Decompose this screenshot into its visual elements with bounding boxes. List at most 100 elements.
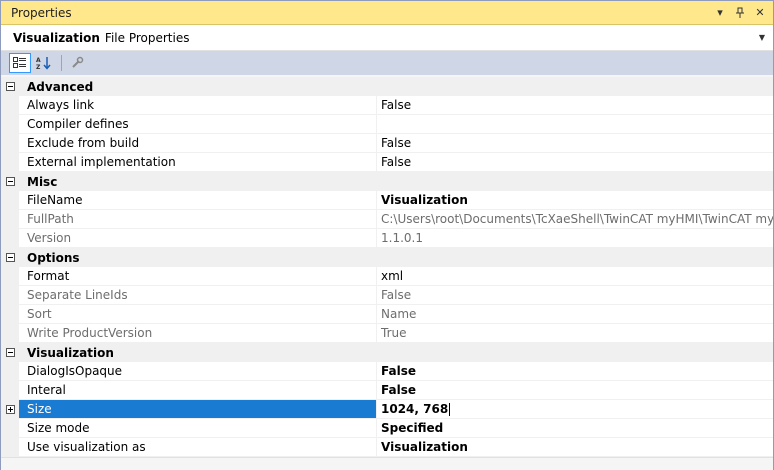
property-name[interactable]: Separate LineIds <box>19 286 377 305</box>
description-area <box>1 457 773 470</box>
property-row[interactable]: Write ProductVersion True <box>1 324 773 343</box>
category-label: Advanced <box>27 79 94 94</box>
property-value-text: False <box>381 155 412 169</box>
object-type: File Properties <box>104 30 190 45</box>
property-row[interactable]: Compiler defines <box>1 115 773 134</box>
property-row[interactable]: Always link False <box>1 96 773 115</box>
object-name: Visualization <box>13 30 100 45</box>
toolbar-separator <box>61 55 62 71</box>
property-value-text: False <box>381 383 416 397</box>
property-row[interactable]: Version 1.1.0.1 <box>1 229 773 248</box>
property-value-text: C:\Users\root\Documents\TcXaeShell\TwinC… <box>381 212 773 226</box>
collapse-icon[interactable] <box>1 253 19 262</box>
row-gutter <box>1 229 19 248</box>
property-value: 1.1.0.1 <box>377 229 773 248</box>
property-name[interactable]: Always link <box>19 96 377 115</box>
alphabetical-icon[interactable]: A Z <box>33 53 55 73</box>
property-name[interactable]: Interal <box>19 381 377 400</box>
row-gutter <box>1 134 19 153</box>
row-gutter <box>1 210 19 229</box>
property-row[interactable]: FullPath C:\Users\root\Documents\TcXaeShe… <box>1 210 773 229</box>
window-dropdown-icon[interactable]: ▾ <box>713 6 727 20</box>
property-value-text: Specified <box>381 421 444 435</box>
row-gutter <box>1 419 19 438</box>
property-name[interactable]: Format <box>19 267 377 286</box>
property-name[interactable]: Size mode <box>19 419 377 438</box>
row-gutter <box>1 96 19 115</box>
property-name[interactable]: DialogIsOpaque <box>19 362 377 381</box>
property-value: Name <box>377 305 773 324</box>
category-header[interactable]: Advanced <box>1 77 773 96</box>
collapse-icon[interactable] <box>1 82 19 91</box>
property-name[interactable]: External implementation <box>19 153 377 172</box>
object-selector[interactable]: Visualization File Properties ▼ <box>1 25 773 51</box>
text-caret <box>449 403 451 416</box>
row-gutter <box>1 305 19 324</box>
window-title: Properties <box>11 5 72 20</box>
close-icon[interactable]: ✕ <box>753 6 767 20</box>
property-value-text: False <box>381 98 412 112</box>
category-header[interactable]: Options <box>1 248 773 267</box>
property-value-text: False <box>381 288 412 302</box>
property-row[interactable]: Format xml <box>1 267 773 286</box>
property-value[interactable]: False <box>377 134 773 153</box>
property-value[interactable]: xml <box>377 267 773 286</box>
toolbar: A Z <box>1 51 773 75</box>
pin-icon[interactable] <box>733 6 747 20</box>
category-label: Misc <box>27 174 58 189</box>
property-row[interactable]: Separate LineIds False <box>1 286 773 305</box>
property-row[interactable]: Exclude from build False <box>1 134 773 153</box>
property-name[interactable]: Exclude from build <box>19 134 377 153</box>
property-value[interactable] <box>377 115 773 134</box>
property-row[interactable]: Size mode Specified <box>1 419 773 438</box>
property-value-text: 1.1.0.1 <box>381 231 423 245</box>
property-value: False <box>377 286 773 305</box>
property-value[interactable]: False <box>377 96 773 115</box>
property-row[interactable]: Sort Name <box>1 305 773 324</box>
property-name[interactable]: Sort <box>19 305 377 324</box>
property-row[interactable]: DialogIsOpaque False <box>1 362 773 381</box>
property-value[interactable]: Visualization <box>377 438 773 457</box>
svg-text:A: A <box>36 57 41 64</box>
row-gutter <box>1 438 19 457</box>
property-name[interactable]: Version <box>19 229 377 248</box>
property-value-text: Visualization <box>381 193 468 207</box>
row-gutter <box>1 324 19 343</box>
property-row[interactable]: FileName Visualization <box>1 191 773 210</box>
property-value-text: True <box>381 326 407 340</box>
property-name[interactable]: FullPath <box>19 210 377 229</box>
property-name[interactable]: Size <box>19 400 377 419</box>
expand-icon[interactable] <box>1 400 19 419</box>
property-name[interactable]: Use visualization as <box>19 438 377 457</box>
property-value[interactable]: 1024, 768 <box>377 400 773 419</box>
property-row[interactable]: Size 1024, 768 <box>1 400 773 419</box>
property-name[interactable]: Compiler defines <box>19 115 377 134</box>
category-header[interactable]: Misc <box>1 172 773 191</box>
property-row[interactable]: Use visualization as Visualization <box>1 438 773 457</box>
property-value-text: False <box>381 136 412 150</box>
category-label: Visualization <box>27 345 114 360</box>
property-row[interactable]: Interal False <box>1 381 773 400</box>
collapse-icon[interactable] <box>1 348 19 357</box>
category-header[interactable]: Visualization <box>1 343 773 362</box>
property-value[interactable]: Visualization <box>377 191 773 210</box>
property-value[interactable]: False <box>377 381 773 400</box>
property-pages-icon[interactable] <box>66 53 88 73</box>
property-value-text: xml <box>381 269 404 283</box>
row-gutter <box>1 115 19 134</box>
collapse-icon[interactable] <box>1 177 19 186</box>
property-value[interactable]: Specified <box>377 419 773 438</box>
row-gutter <box>1 267 19 286</box>
title-bar: Properties ▾ ✕ <box>1 1 773 25</box>
property-value-text: Visualization <box>381 440 468 454</box>
property-value[interactable]: False <box>377 362 773 381</box>
property-row[interactable]: External implementation False <box>1 153 773 172</box>
property-name[interactable]: FileName <box>19 191 377 210</box>
properties-window: Properties ▾ ✕ Visualization File Proper… <box>0 0 774 470</box>
property-value: C:\Users\root\Documents\TcXaeShell\TwinC… <box>377 210 773 229</box>
categorized-icon[interactable] <box>9 53 31 73</box>
property-name[interactable]: Write ProductVersion <box>19 324 377 343</box>
property-value[interactable]: False <box>377 153 773 172</box>
row-gutter <box>1 381 19 400</box>
chevron-down-icon[interactable]: ▼ <box>759 33 765 42</box>
